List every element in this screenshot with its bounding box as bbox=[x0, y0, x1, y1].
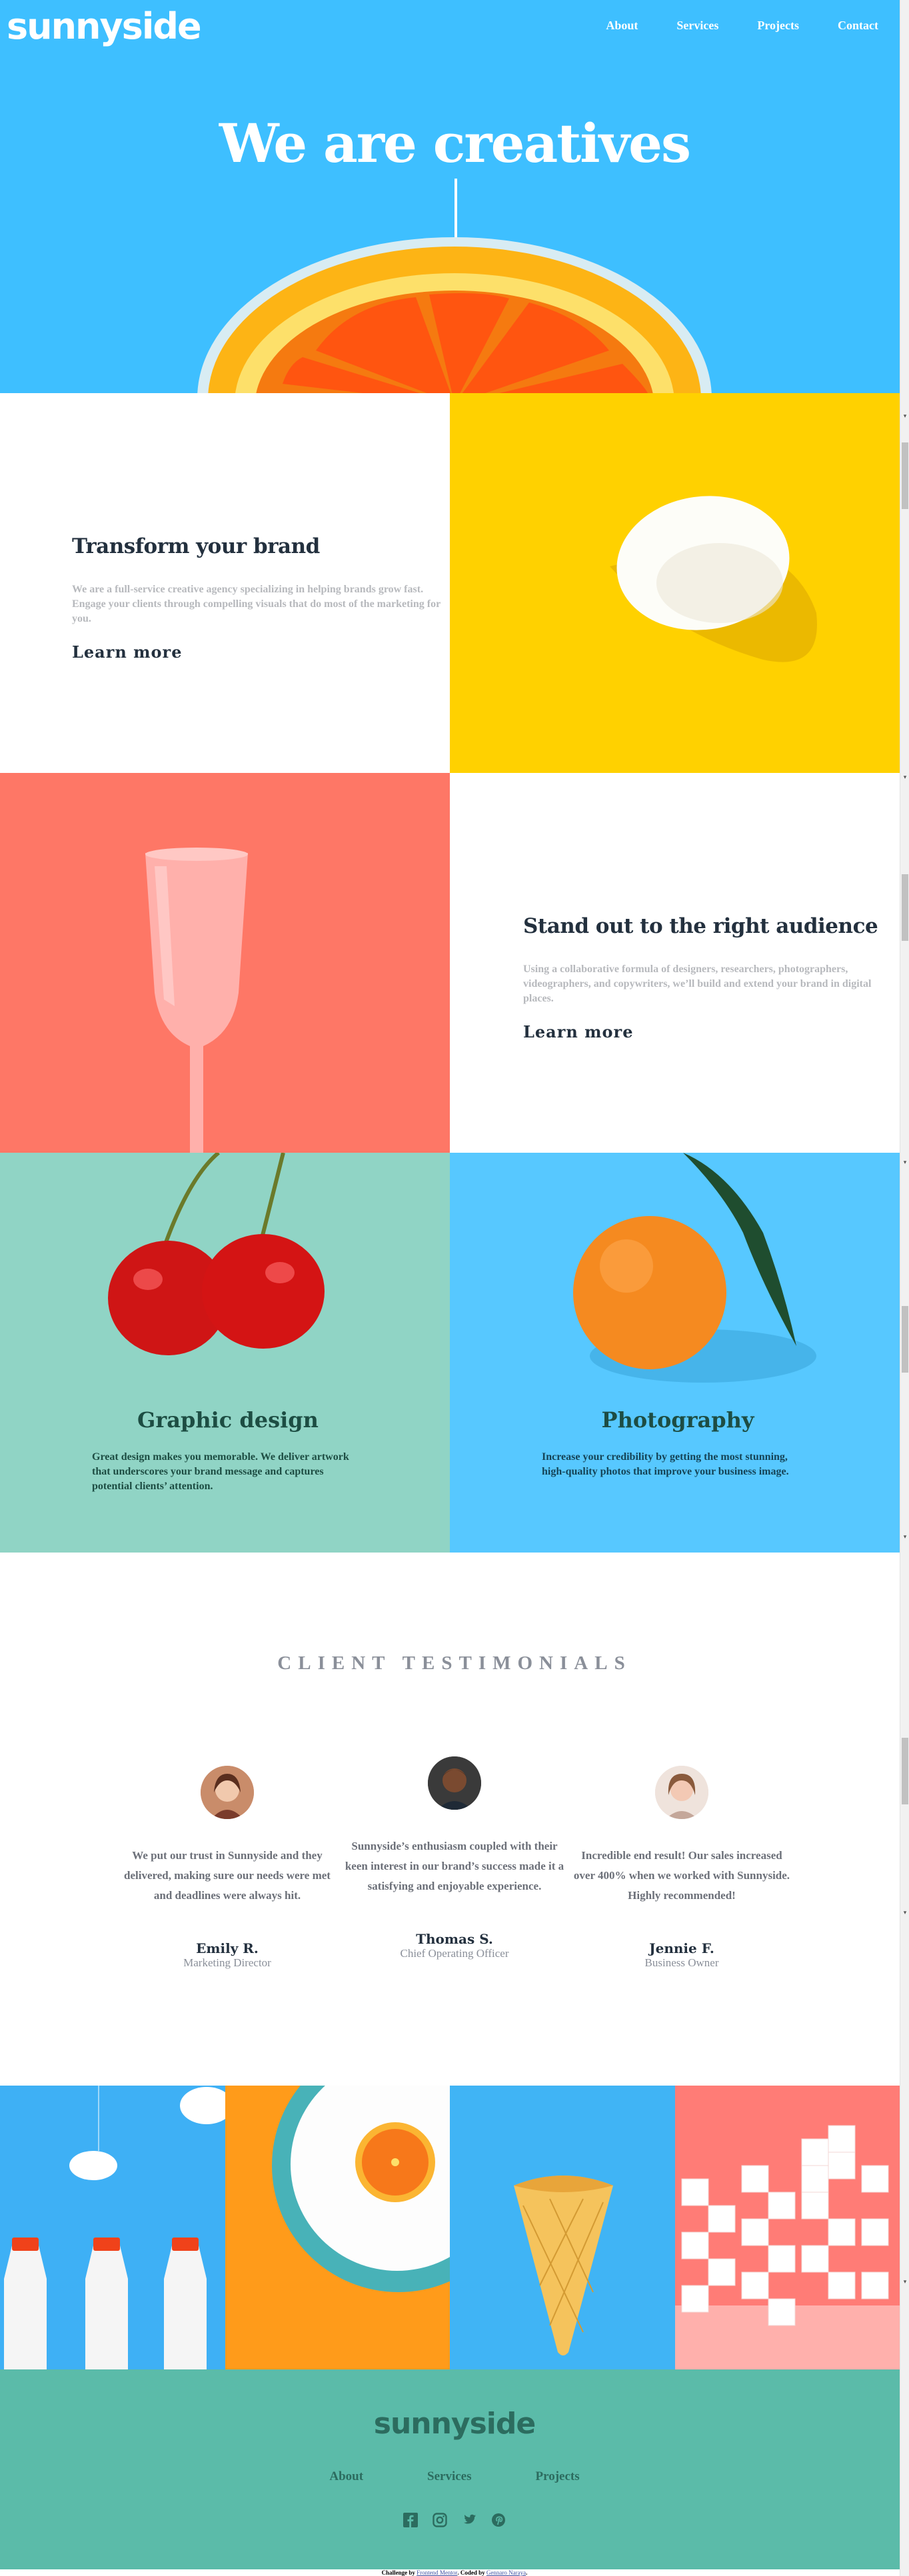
feature-text: We are a full-service creative agency sp… bbox=[72, 584, 441, 624]
pinterest-icon[interactable] bbox=[491, 2513, 506, 2527]
scroll-arrow-icon[interactable]: ▾ bbox=[902, 2279, 908, 2285]
site-logo[interactable]: sunnyside bbox=[7, 5, 202, 47]
orange-slice-image bbox=[197, 237, 712, 393]
scroll-up-arrow-icon[interactable]: ▾ bbox=[902, 413, 908, 420]
testimonial-name: Thomas S. bbox=[416, 1931, 493, 1947]
gallery-sugar-cubes bbox=[674, 2086, 900, 2369]
service-text: Increase your credibility by getting the… bbox=[542, 1451, 789, 1477]
testimonial-name: Emily R. bbox=[196, 1940, 259, 1956]
hero-title: We are creatives bbox=[219, 112, 691, 175]
feature-row-brand: Transform your brand We are a full-servi… bbox=[0, 393, 900, 773]
service-title: Photography bbox=[601, 1407, 754, 1433]
services-row: Graphic design Great design makes you me… bbox=[0, 1153, 900, 1553]
testimonials-heading: CLIENT TESTIMONIALS bbox=[277, 1652, 632, 1674]
hero-section: sunnyside About Services Projects Contac… bbox=[0, 0, 900, 393]
footer: sunnyside About Services Projects bbox=[0, 2369, 900, 2576]
footer-nav: About Services Projects bbox=[0, 2469, 909, 2484]
footer-logo[interactable]: sunnyside bbox=[0, 2407, 909, 2441]
pink-cup-illustration bbox=[145, 848, 248, 1153]
scrollbar-thumb[interactable] bbox=[902, 442, 908, 509]
scroll-arrow-icon[interactable]: ▾ bbox=[902, 774, 908, 781]
gallery-milk-bottles bbox=[0, 2086, 225, 2369]
service-photography: Photography Increase your credibility by… bbox=[450, 1153, 900, 1553]
footer-nav-about[interactable]: About bbox=[329, 2469, 363, 2484]
service-graphic-design: Graphic design Great design makes you me… bbox=[0, 1153, 450, 1553]
feature-block: Stand out to the right audience Using a … bbox=[520, 914, 896, 1041]
footer-nav-projects[interactable]: Projects bbox=[536, 2469, 580, 2484]
egg-illustration bbox=[610, 496, 817, 662]
main-nav: About Services Projects Contact bbox=[606, 19, 878, 33]
learn-more-link[interactable]: Learn more bbox=[69, 642, 185, 662]
instagram-icon[interactable] bbox=[433, 2513, 447, 2527]
twitter-icon[interactable] bbox=[462, 2513, 476, 2527]
nav-about[interactable]: About bbox=[606, 19, 638, 33]
author-link[interactable]: Gennaro Naraya bbox=[486, 2569, 526, 2576]
testimonial-quote: Incredible end result! Our sales increas… bbox=[573, 1849, 790, 1902]
avatar bbox=[655, 1766, 708, 1819]
testimonials-section: CLIENT TESTIMONIALS We put our trust in … bbox=[0, 1553, 900, 2086]
avatar bbox=[428, 1756, 481, 1810]
nav-services[interactable]: Services bbox=[676, 19, 718, 33]
frontend-mentor-link[interactable]: Frontend Mentor bbox=[417, 2569, 457, 2576]
scrollbar-thumb[interactable] bbox=[902, 874, 908, 941]
footer-nav-services[interactable]: Services bbox=[427, 2469, 471, 2484]
feature-text: Using a collaborative formula of designe… bbox=[523, 964, 872, 1004]
scroll-arrow-icon[interactable]: ▾ bbox=[902, 1910, 908, 1916]
service-title: Graphic design bbox=[137, 1407, 319, 1433]
scroll-arrow-icon[interactable]: ▾ bbox=[902, 1159, 908, 1166]
testimonial-card: We put our trust in Sunnyside and they d… bbox=[117, 1766, 337, 1970]
attribution-middle: . Coded by bbox=[457, 2569, 486, 2576]
feature-text-brand: Transform your brand We are a full-servi… bbox=[0, 393, 450, 773]
facebook-icon[interactable] bbox=[403, 2513, 418, 2527]
feature-text-audience: Stand out to the right audience Using a … bbox=[450, 773, 900, 1153]
scroll-arrow-icon[interactable]: ▾ bbox=[902, 1534, 908, 1541]
cup-image bbox=[0, 773, 450, 1153]
avatar bbox=[201, 1766, 254, 1819]
feature-title: Transform your brand bbox=[72, 534, 320, 558]
testimonial-quote: Sunnyside’s enthusiasm coupled with thei… bbox=[345, 1840, 564, 1892]
scrollbar[interactable]: ▾ ▾ ▾ ▾ ▾ ▾ bbox=[900, 0, 909, 2576]
feature-title: Stand out to the right audience bbox=[523, 914, 878, 938]
learn-more-link[interactable]: Learn more bbox=[520, 1022, 636, 1041]
attribution-suffix: . bbox=[526, 2569, 528, 2576]
testimonial-role: Business Owner bbox=[644, 1956, 719, 1969]
service-text: Great design makes you memorable. We del… bbox=[92, 1451, 349, 1492]
feature-row-audience: Stand out to the right audience Using a … bbox=[0, 773, 900, 1153]
scrollbar-thumb[interactable] bbox=[902, 1738, 908, 1804]
feature-block: Transform your brand We are a full-servi… bbox=[69, 534, 445, 662]
attribution: Challenge by Frontend Mentor. Coded by G… bbox=[0, 2569, 909, 2576]
orange-illustration bbox=[573, 1153, 816, 1383]
scrollbar-thumb[interactable] bbox=[902, 1306, 908, 1373]
social-links bbox=[0, 2513, 909, 2527]
testimonial-card: Sunnyside’s enthusiasm coupled with thei… bbox=[345, 1756, 564, 1960]
page: sunnyside About Services Projects Contac… bbox=[0, 0, 900, 2576]
testimonial-name: Jennie F. bbox=[649, 1940, 714, 1956]
testimonial-card: Incredible end result! Our sales increas… bbox=[572, 1766, 792, 1970]
egg-image bbox=[450, 393, 900, 773]
testimonial-role: Chief Operating Officer bbox=[400, 1947, 509, 1960]
gallery-ice-cream-cone bbox=[450, 2086, 675, 2369]
nav-contact[interactable]: Contact bbox=[838, 19, 878, 33]
nav-projects[interactable]: Projects bbox=[757, 19, 799, 33]
gallery-orange-plate bbox=[225, 2086, 450, 2369]
testimonial-role: Marketing Director bbox=[183, 1956, 271, 1969]
gallery bbox=[0, 2086, 900, 2369]
testimonial-quote: We put our trust in Sunnyside and they d… bbox=[124, 1849, 331, 1902]
attribution-prefix: Challenge by bbox=[381, 2569, 417, 2576]
